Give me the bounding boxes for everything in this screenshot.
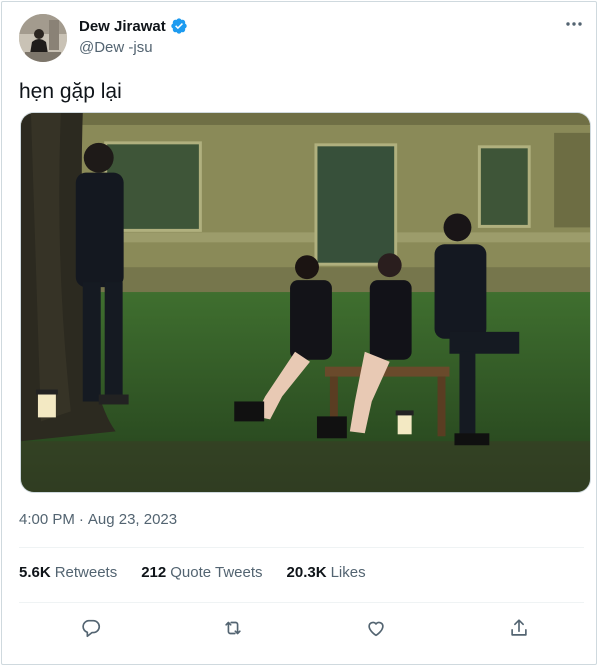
- tweet-actions: [19, 614, 584, 642]
- like-icon: [368, 621, 384, 637]
- divider: [19, 602, 584, 603]
- reply-button[interactable]: [77, 614, 105, 642]
- tweet-text: hẹn gặp lại: [19, 80, 122, 103]
- divider: [19, 547, 584, 548]
- avatar[interactable]: [19, 14, 67, 62]
- meta-separator: ·: [78, 511, 84, 528]
- tweet-photo[interactable]: [20, 112, 591, 493]
- more-options-icon[interactable]: [564, 14, 584, 34]
- retweet-icon: [225, 621, 241, 635]
- display-name[interactable]: Dew Jirawat: [79, 18, 166, 35]
- tweet-header: Dew Jirawat @Dew -jsu: [19, 14, 584, 64]
- likes-label: Likes: [330, 564, 366, 581]
- avatar-image: [19, 14, 67, 62]
- photo-image: [21, 113, 590, 492]
- tweet-date: Aug 23, 2023: [87, 511, 178, 528]
- tweet-timestamp[interactable]: 4:00 PM · Aug 23, 2023: [19, 511, 177, 528]
- likes-count: 20.3K: [286, 564, 327, 581]
- quote-tweets-stat[interactable]: 212 Quote Tweets: [141, 564, 262, 581]
- retweets-count: 5.6K: [19, 564, 51, 581]
- share-button[interactable]: [505, 614, 533, 642]
- reply-icon: [82, 619, 101, 638]
- retweet-button[interactable]: [219, 614, 247, 642]
- quote-tweets-label: Quote Tweets: [170, 564, 263, 581]
- tweet-card: Dew Jirawat @Dew -jsu hẹn gặp lại 4:00 P…: [1, 1, 597, 665]
- retweets-label: Retweets: [54, 564, 118, 581]
- user-handle[interactable]: @Dew -jsu: [79, 39, 188, 56]
- like-button[interactable]: [362, 614, 390, 642]
- share-icon: [511, 619, 527, 636]
- likes-stat[interactable]: 20.3K Likes: [287, 564, 366, 581]
- retweets-stat[interactable]: 5.6K Retweets: [19, 564, 117, 581]
- tweet-stats: 5.6K Retweets 212 Quote Tweets 20.3K Lik…: [19, 564, 366, 581]
- verified-badge-icon: [170, 17, 188, 35]
- tweet-time: 4:00 PM: [19, 511, 75, 528]
- quote-tweets-count: 212: [141, 564, 167, 581]
